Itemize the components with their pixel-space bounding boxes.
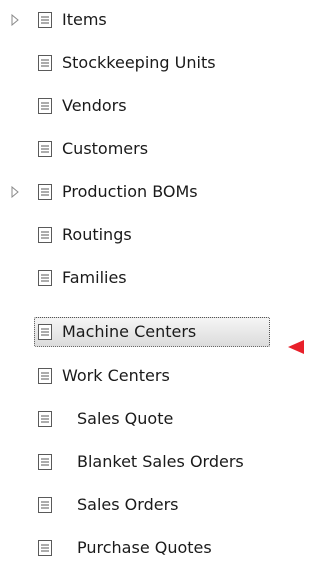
tree-item-production-boms[interactable]: Production BOMs (0, 177, 300, 207)
tree-item-label: Blanket Sales Orders (77, 452, 244, 471)
document-icon (38, 270, 52, 286)
tree-item-label: Sales Orders (77, 495, 179, 514)
tree-item-machine-centers[interactable]: Machine Centers (0, 317, 300, 347)
tree-item-label: Stockkeeping Units (62, 53, 216, 72)
tree-item-label: Sales Quote (77, 409, 174, 428)
document-icon (38, 411, 52, 427)
document-icon (38, 98, 52, 114)
tree-item-label: Vendors (62, 96, 127, 115)
expand-arrow-icon[interactable] (10, 14, 20, 26)
tree-item-blanket-sales-orders[interactable]: Blanket Sales Orders (0, 447, 305, 477)
document-icon (38, 540, 52, 556)
pointer-arrow-icon (288, 340, 304, 354)
tree-item-vendors[interactable]: Vendors (0, 91, 300, 121)
expand-arrow-icon[interactable] (10, 186, 20, 198)
document-icon (38, 12, 52, 28)
tree-item-label: Families (62, 268, 127, 287)
document-icon (38, 368, 52, 384)
document-icon (38, 141, 52, 157)
tree-item-label: Production BOMs (62, 182, 198, 201)
tree-item-purchase-quotes[interactable]: Purchase Quotes (0, 533, 300, 563)
tree-item-families[interactable]: Families (0, 263, 300, 293)
document-icon (38, 55, 52, 71)
tree-item-routings[interactable]: Routings (0, 220, 300, 250)
tree-item-label: Machine Centers (62, 322, 197, 341)
tree-item-stockkeeping-units[interactable]: Stockkeeping Units (0, 48, 300, 78)
tree-item-sales-orders[interactable]: Sales Orders (0, 490, 300, 520)
document-icon (38, 184, 52, 200)
document-icon (38, 227, 52, 243)
tree-item-customers[interactable]: Customers (0, 134, 300, 164)
tree-item-label: Customers (62, 139, 149, 158)
document-icon (38, 497, 52, 513)
document-icon (38, 454, 52, 470)
tree-item-sales-quote[interactable]: Sales Quote (0, 404, 300, 434)
tree-item-label: Items (62, 10, 107, 29)
tree-item-work-centers[interactable]: Work Centers (0, 361, 300, 391)
tree-item-label: Work Centers (62, 366, 170, 385)
tree-item-label: Routings (62, 225, 132, 244)
tree-item-label: Purchase Quotes (77, 538, 212, 557)
tree-item-items[interactable]: Items (0, 5, 300, 35)
document-icon (38, 324, 52, 340)
